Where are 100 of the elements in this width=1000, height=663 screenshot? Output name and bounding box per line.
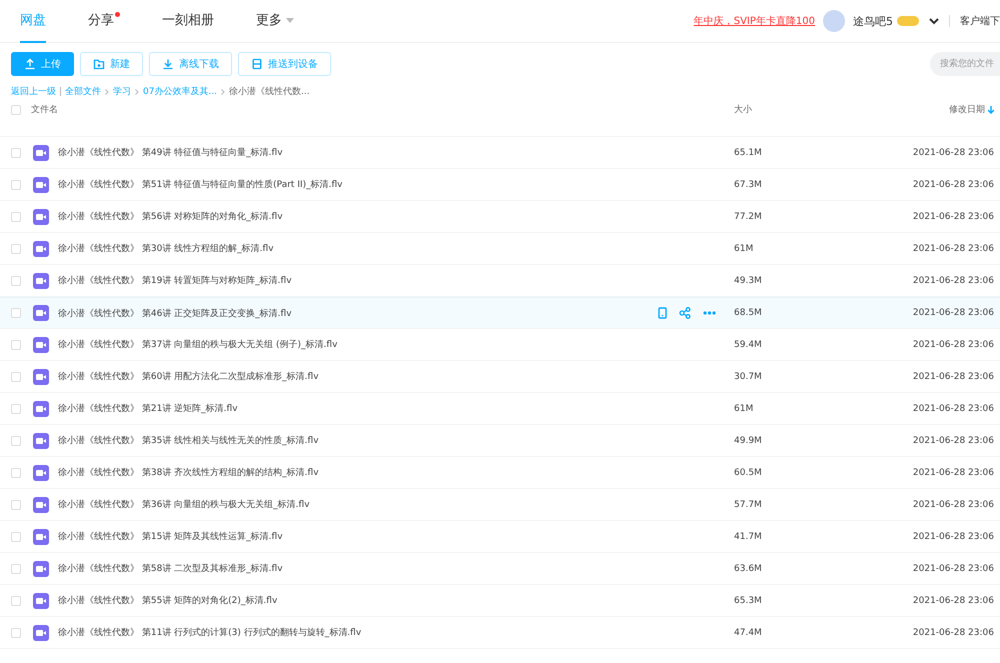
video-file-icon [33, 144, 49, 160]
nav-tab[interactable]: 更多 [256, 0, 294, 42]
file-size: 68.5M [734, 308, 763, 318]
modified-date: 2021-06-28 23:06 [912, 596, 994, 606]
row-checkbox[interactable] [11, 500, 21, 510]
promo-link[interactable]: 年中庆，SVIP年卡直降100 [694, 14, 815, 28]
file-name[interactable]: 徐小潜《线性代数》 第55讲 矩阵的对角化(2)_标清.flv [58, 594, 734, 607]
row-checkbox[interactable] [11, 628, 21, 638]
chevron-right-icon [135, 88, 139, 94]
modified-date: 2021-06-28 23:06 [912, 244, 994, 254]
chevron-right-icon [221, 88, 226, 94]
video-file-icon [33, 528, 49, 544]
row-checkbox[interactable] [11, 468, 21, 478]
username[interactable]: 途鸟吧5 [853, 14, 893, 28]
row-checkbox[interactable] [11, 212, 21, 222]
file-name[interactable]: 徐小潜《线性代数》 第58讲 二次型及其标准形_标清.flv [58, 562, 734, 575]
modified-date: 2021-06-28 23:06 [912, 180, 994, 190]
chevron-down-icon[interactable] [929, 18, 939, 24]
row-checkbox[interactable] [11, 532, 21, 542]
folder-plus-icon [93, 58, 105, 70]
file-name[interactable]: 徐小潜《线性代数》 第36讲 向量组的秩与极大无关组_标清.flv [58, 498, 734, 511]
file-name[interactable]: 徐小潜《线性代数》 第15讲 矩阵及其线性运算_标清.flv [58, 530, 734, 543]
file-size: 61M [734, 244, 754, 254]
video-file-icon [33, 336, 49, 352]
file-name[interactable]: 徐小潜《线性代数》 第56讲 对称矩阵的对角化_标清.flv [58, 210, 734, 223]
video-file-icon [33, 176, 49, 192]
modified-date: 2021-06-28 23:06 [912, 404, 994, 414]
video-file-icon [33, 240, 49, 256]
column-header[interactable]: 文件名 [31, 103, 734, 116]
row-checkbox[interactable] [11, 308, 21, 318]
chevron-right-icon [105, 88, 109, 94]
nav-tab[interactable]: 一刻相册 [162, 0, 214, 42]
search-field[interactable]: 搜索您的文件 [930, 52, 1000, 76]
modified-date: 2021-06-28 23:06 [912, 564, 994, 574]
modified-date: 2021-06-28 23:06 [912, 532, 994, 542]
video-file-icon [33, 400, 49, 416]
share-icon[interactable] [679, 307, 691, 319]
file-row[interactable]: 徐小潜《线性代数》 第46讲 正交矩阵及正交变换_标清.flv 68.5M 2021-06-28 23:06 [0, 297, 1000, 329]
video-file-icon [33, 624, 49, 640]
sort-arrow-icon[interactable] [988, 106, 994, 114]
modified-date: 2021-06-28 23:06 [912, 308, 994, 318]
row-checkbox[interactable] [11, 148, 21, 158]
modified-date: 2021-06-28 23:06 [912, 436, 994, 446]
video-file-icon [33, 496, 49, 512]
file-name[interactable]: 徐小潜《线性代数》 第38讲 齐次线性方程组的解的结构_标清.flv [58, 466, 734, 479]
file-size: 61M [734, 404, 754, 414]
file-name[interactable]: 徐小潜《线性代数》 第51讲 特征值与特征向量的性质(Part II)_标清.flv [58, 178, 734, 191]
row-checkbox[interactable] [11, 244, 21, 254]
modified-date: 2021-06-28 23:06 [912, 148, 994, 158]
file-size: 65.3M [734, 596, 763, 606]
device-icon [251, 58, 263, 70]
modified-date: 2021-06-28 23:06 [912, 500, 994, 510]
row-checkbox[interactable] [11, 276, 21, 286]
video-file-icon [33, 432, 49, 448]
modified-date: 2021-06-28 23:06 [912, 212, 994, 222]
row-checkbox[interactable] [11, 564, 21, 574]
file-name[interactable]: 徐小潜《线性代数》 第49讲 特征值与特征向量_标清.flv [58, 146, 734, 159]
file-size: 65.1M [734, 148, 763, 158]
file-size: 67.3M [734, 180, 763, 190]
modified-date: 2021-06-28 23:06 [912, 372, 994, 382]
column-header[interactable]: 修改日期 [949, 103, 985, 116]
breadcrumb-current: 徐小潜《线性代数... [229, 86, 310, 98]
more-icon[interactable] [703, 311, 716, 315]
avatar[interactable] [823, 10, 845, 32]
row-checkbox[interactable] [11, 340, 21, 350]
file-name[interactable]: 徐小潜《线性代数》 第46讲 正交矩阵及正交变换_标清.flv [58, 306, 658, 320]
file-name[interactable]: 徐小潜《线性代数》 第11讲 行列式的计算(3) 行列式的翻转与旋转_标清.flv [58, 626, 734, 639]
file-name[interactable]: 徐小潜《线性代数》 第19讲 转置矩阵与对称矩阵_标清.flv [58, 274, 734, 287]
modified-date: 2021-06-28 23:06 [912, 340, 994, 350]
column-header[interactable]: 大小 [734, 103, 804, 116]
video-file-icon [33, 592, 49, 608]
video-file-icon [33, 464, 49, 480]
file-name[interactable]: 徐小潜《线性代数》 第37讲 向量组的秩与极大无关组 (例子)_标清.flv [58, 338, 734, 351]
row-checkbox[interactable] [11, 596, 21, 606]
video-file-icon [33, 560, 49, 576]
file-size: 49.9M [734, 436, 763, 446]
file-name[interactable]: 徐小潜《线性代数》 第60讲 用配方法化二次型成标准形_标清.flv [58, 370, 734, 383]
upload-icon [24, 58, 36, 70]
modified-date: 2021-06-28 23:06 [912, 276, 994, 286]
file-size: 63.6M [734, 564, 763, 574]
file-name[interactable]: 徐小潜《线性代数》 第35讲 线性相关与线性无关的性质_标清.flv [58, 434, 734, 447]
file-size: 41.7M [734, 532, 763, 542]
file-name[interactable]: 徐小潜《线性代数》 第21讲 逆矩阵_标清.flv [58, 402, 734, 415]
file-size: 60.5M [734, 468, 763, 478]
row-checkbox[interactable] [11, 180, 21, 190]
video-file-icon [33, 208, 49, 224]
video-file-icon [33, 305, 49, 321]
nav-tab[interactable]: 分享 [88, 0, 120, 42]
modified-date: 2021-06-28 23:06 [912, 468, 994, 478]
video-file-icon [33, 272, 49, 288]
select-all-checkbox[interactable] [11, 104, 21, 114]
file-size: 47.4M [734, 628, 763, 638]
client-download-link[interactable]: 客户端下 [960, 14, 1000, 28]
row-checkbox[interactable] [11, 372, 21, 382]
file-size: 77.2M [734, 212, 763, 222]
phone-icon[interactable] [658, 307, 667, 319]
row-checkbox[interactable] [11, 436, 21, 446]
row-checkbox[interactable] [11, 404, 21, 414]
modified-date: 2021-06-28 23:06 [912, 628, 994, 638]
file-name[interactable]: 徐小潜《线性代数》 第30讲 线性方程组的解_标清.flv [58, 242, 734, 255]
